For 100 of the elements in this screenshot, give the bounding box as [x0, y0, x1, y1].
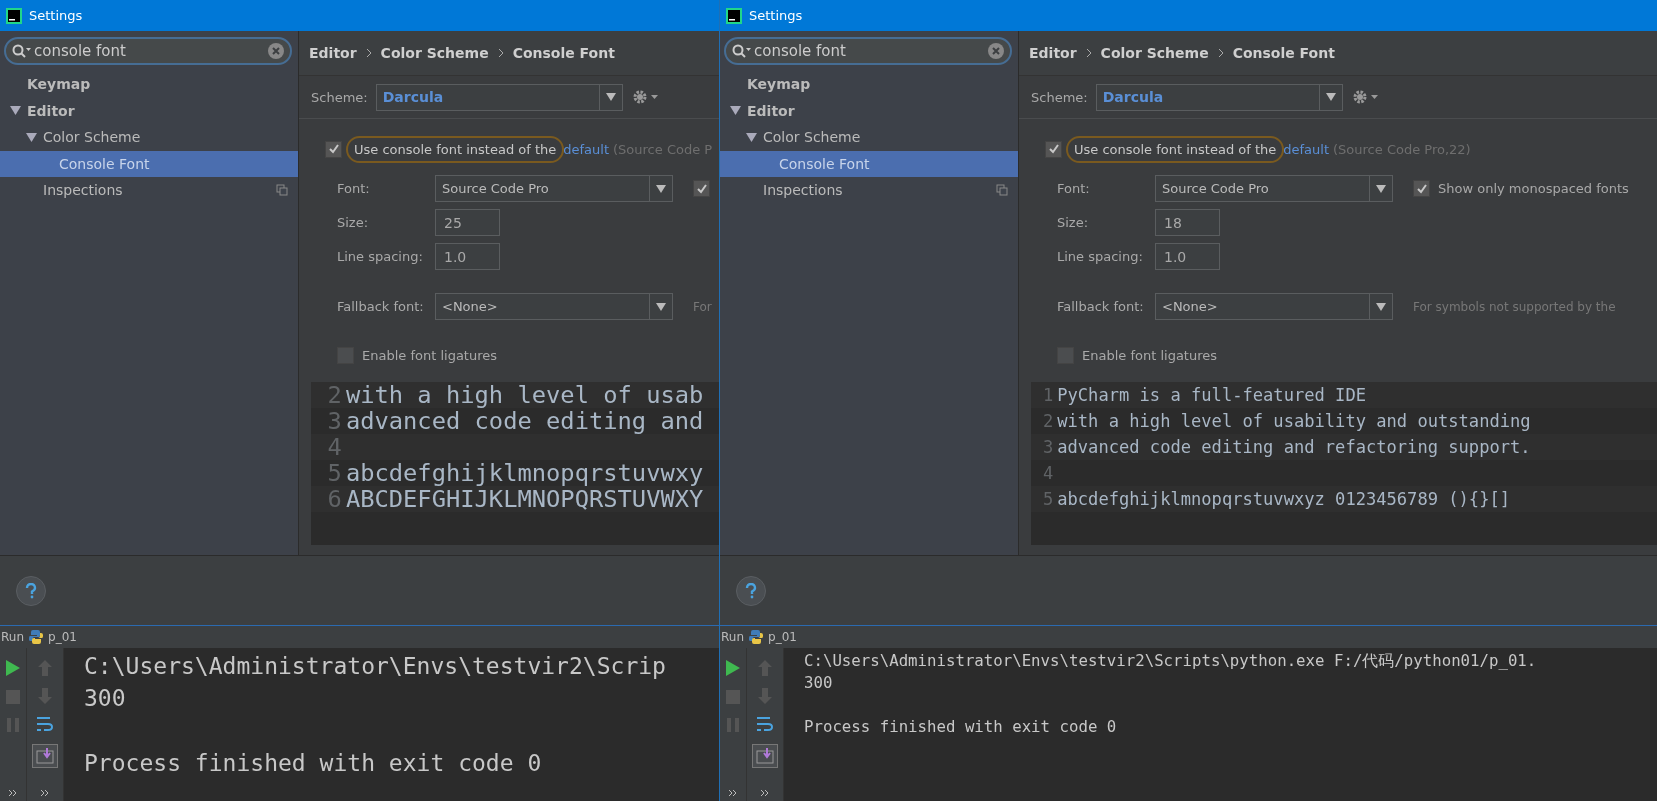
breadcrumb-item[interactable]: Console Font: [1232, 45, 1335, 61]
scheme-label: Scheme:: [1031, 89, 1088, 105]
font-dropdown[interactable]: Source Code Pro: [1155, 175, 1393, 202]
default-link[interactable]: default: [1283, 141, 1330, 157]
window-title: Settings: [29, 8, 83, 23]
run-tab-label: Run: [720, 630, 744, 644]
ligatures-label: Enable font ligatures: [362, 348, 498, 363]
search-field[interactable]: console font: [724, 37, 1012, 65]
preview-text: PyCharm is a full-featured IDE: [1057, 384, 1366, 407]
breadcrumb-item[interactable]: Color Scheme: [380, 45, 489, 61]
run-icon[interactable]: [6, 660, 20, 676]
more-icon[interactable]: [728, 789, 738, 797]
expand-arrow-icon[interactable]: [746, 131, 757, 143]
more-icon[interactable]: [760, 789, 770, 797]
tree-item[interactable]: Keymap: [720, 71, 1018, 98]
monospaced-option-label: Show only monospaced fonts: [1438, 181, 1629, 196]
console-output-line: 300: [84, 685, 126, 712]
size-field[interactable]: 25: [435, 209, 500, 236]
tree-item[interactable]: Inspections: [0, 177, 298, 204]
checkbox-label: Use console font instead of the: [346, 135, 565, 163]
fallback-font-label: Fallback font:: [337, 299, 425, 314]
fallback-font-dropdown[interactable]: <None>: [1155, 293, 1393, 320]
expand-arrow-icon[interactable]: [730, 105, 741, 117]
tree-item[interactable]: Color Scheme: [720, 124, 1018, 151]
scheme-label: Scheme:: [311, 89, 368, 105]
line-number: 2: [1041, 410, 1055, 433]
scheme-dropdown[interactable]: Darcula: [1095, 83, 1343, 111]
console-output-line: Process finished with exit code 0: [84, 749, 542, 776]
line-number: 4: [1041, 462, 1055, 485]
scroll-to-end-button[interactable]: [32, 744, 58, 768]
run-icon[interactable]: [726, 660, 740, 676]
clear-icon[interactable]: [988, 43, 1004, 59]
expand-arrow-icon[interactable]: [26, 131, 37, 143]
question-mark-icon: [745, 582, 757, 599]
console-output-line: 300: [804, 673, 833, 692]
line-spacing-field[interactable]: 1.0: [1155, 243, 1220, 270]
soft-wrap-icon[interactable]: [36, 716, 54, 732]
breadcrumb-item[interactable]: Editor: [1029, 45, 1077, 61]
font-label: Font:: [337, 181, 371, 196]
tree-item[interactable]: Color Scheme: [0, 124, 298, 151]
python-icon: [28, 629, 44, 645]
fallback-hint: For: [693, 299, 712, 314]
help-button[interactable]: [16, 575, 46, 606]
tree-item[interactable]: Console Font: [0, 150, 298, 177]
checkbox[interactable]: [693, 180, 710, 197]
preview-text: with a high level of usab: [345, 382, 704, 408]
scroll-to-end-button[interactable]: [752, 744, 778, 768]
size-label: Size:: [337, 215, 370, 230]
tree-item[interactable]: Inspections: [720, 177, 1018, 204]
line-spacing-field[interactable]: 1.0: [435, 243, 500, 270]
scheme-dropdown[interactable]: Darcula: [375, 83, 623, 111]
search-icon: [732, 44, 752, 58]
preview-text: advanced code editing and: [345, 408, 704, 434]
line-spacing-label: Line spacing:: [1057, 249, 1144, 264]
clear-icon[interactable]: [268, 43, 284, 59]
breadcrumb-item[interactable]: Console Font: [512, 45, 615, 61]
fallback-font-dropdown[interactable]: <None>: [435, 293, 673, 320]
size-label: Size:: [1057, 215, 1090, 230]
search-icon: [12, 44, 32, 58]
fallback-hint: For symbols not supported by the: [1413, 299, 1616, 314]
more-icon[interactable]: [8, 789, 18, 797]
run-tab-label: Run: [0, 630, 24, 644]
default-link[interactable]: default: [563, 141, 610, 157]
preview-text: advanced code editing and refactoring support.: [1057, 436, 1531, 459]
font-label: Font:: [1057, 181, 1091, 196]
line-spacing-label: Line spacing:: [337, 249, 424, 264]
app-icon: [726, 7, 742, 24]
preview-text: abcdefghijklmnopqrstuvwxyz 0123456789 (){}[]: [1057, 488, 1511, 511]
ligatures-label: Enable font ligatures: [1082, 348, 1218, 363]
expand-arrow-icon[interactable]: [10, 105, 21, 117]
checkbox-label: Use console font instead of the: [1066, 135, 1285, 163]
checkbox[interactable]: [325, 140, 342, 158]
line-number: 3: [326, 408, 343, 434]
run-config-name[interactable]: p_01: [768, 630, 797, 644]
more-icon[interactable]: [40, 789, 50, 797]
tree-item[interactable]: Keymap: [0, 71, 298, 98]
tree-item[interactable]: Editor: [0, 97, 298, 124]
window-title: Settings: [749, 8, 803, 23]
python-icon: [748, 629, 764, 645]
tree-item[interactable]: Editor: [720, 97, 1018, 124]
run-config-name[interactable]: p_01: [48, 630, 77, 644]
console-output-line: Process finished with exit code 0: [804, 717, 1117, 737]
help-button[interactable]: [736, 575, 766, 606]
checkbox[interactable]: [1413, 180, 1430, 197]
search-field[interactable]: console font: [4, 37, 292, 65]
console-output-line: C:\Users\Administrator\Envs\testvir2\Scrip: [84, 653, 666, 679]
preview-text: abcdefghijklmnopqrstuvwxy: [345, 460, 704, 486]
breadcrumb-item[interactable]: Color Scheme: [1100, 45, 1209, 61]
checkbox[interactable]: [1045, 140, 1062, 158]
app-icon: [6, 7, 22, 24]
line-number: 5: [326, 460, 343, 486]
preview-text: ABCDEFGHIJKLMNOPQRSTUVWXY: [345, 486, 704, 512]
console-output-line: C:\Users\Administrator\Envs\testvir2\Scripts\python.exe F:/代码/python01/p_01.: [804, 651, 1537, 670]
question-mark-icon: [25, 582, 37, 599]
tree-item[interactable]: Console Font: [720, 150, 1018, 177]
soft-wrap-icon[interactable]: [756, 716, 774, 732]
breadcrumb-item[interactable]: Editor: [309, 45, 357, 61]
preview-text: with a high level of usability and outstanding: [1057, 410, 1531, 433]
size-field[interactable]: 18: [1155, 209, 1220, 236]
font-dropdown[interactable]: Source Code Pro: [435, 175, 673, 202]
